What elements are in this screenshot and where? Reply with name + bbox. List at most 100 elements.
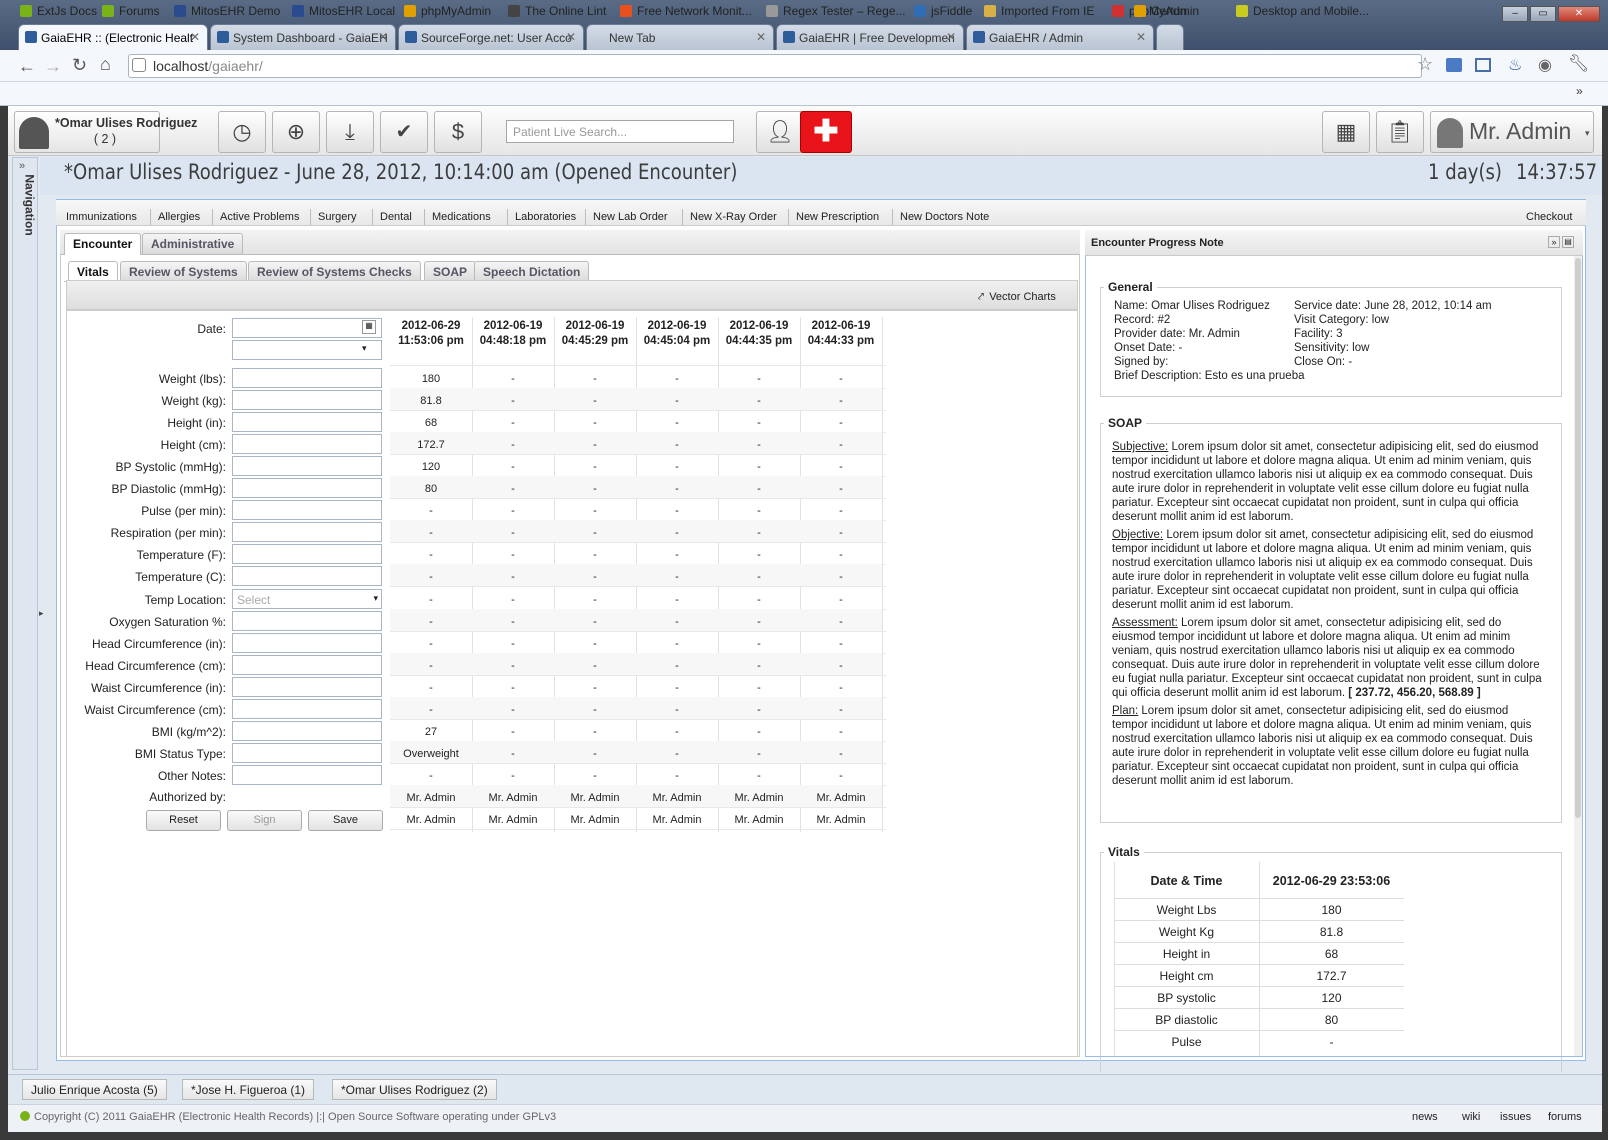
close-tab-icon[interactable]: ✕ (946, 30, 956, 44)
save-button[interactable]: Save (308, 810, 383, 831)
bookmark-6[interactable]: The Online Lint (508, 4, 606, 18)
clipboard-icon[interactable]: 📋︎ (1376, 111, 1424, 153)
bookmark-3[interactable]: MitosEHR Demo (174, 4, 280, 18)
splitter-arrow-icon[interactable]: ▸ (39, 608, 44, 619)
bookmark-7[interactable]: Free Network Monit... (620, 4, 752, 18)
open-patient-1[interactable]: Julio Enrique Acosta (5) (22, 1079, 167, 1100)
browser-tab-3[interactable]: SourceForge.net: User Acco ✕ (398, 24, 584, 50)
footer-link-issues[interactable]: issues (1500, 1111, 1531, 1123)
close-tab-icon[interactable]: ✕ (1136, 30, 1146, 44)
forward-icon[interactable]: → (44, 56, 62, 77)
vital-input[interactable] (232, 412, 382, 432)
vital-input[interactable] (232, 655, 382, 675)
screenshot-icon[interactable] (1475, 58, 1491, 72)
collapse-icon[interactable]: » (1548, 236, 1560, 248)
footer-link-forums[interactable]: forums (1548, 1111, 1582, 1123)
vital-input[interactable]: Select ▾ (232, 589, 382, 609)
dropdown-icon[interactable]: ▾ (373, 593, 378, 604)
vital-input[interactable] (232, 721, 382, 741)
vital-input[interactable] (232, 368, 382, 388)
more-bookmarks-icon[interactable]: » (1576, 84, 1583, 98)
home-icon[interactable]: ⌂ (100, 54, 111, 75)
new-tab-button[interactable] (1156, 24, 1184, 50)
shortcut-immunizations[interactable]: Immunizations (66, 211, 137, 223)
checkin-download-icon[interactable]: ⤓ (326, 111, 374, 153)
bookmark-9[interactable]: jsFiddle (914, 4, 972, 18)
shortcut-allergies[interactable]: Allergies (158, 211, 200, 223)
pool-areas-icon[interactable]: ▦ (1322, 111, 1370, 153)
date-field[interactable] (232, 318, 382, 338)
firebug-icon[interactable]: ♨ (1508, 55, 1522, 75)
tab-encounter[interactable]: Encounter (64, 233, 142, 255)
tab-review-of-systems[interactable]: Review of Systems (120, 261, 247, 282)
vital-input[interactable] (232, 677, 382, 697)
close-window-button[interactable]: ✕ (1558, 6, 1600, 22)
tab-administrative[interactable]: Administrative (142, 233, 244, 254)
browser-tab-4[interactable]: New Tab ✕ (586, 24, 774, 50)
vital-input[interactable] (232, 478, 382, 498)
scrollbar-thumb[interactable] (1575, 258, 1581, 818)
vital-input[interactable] (232, 390, 382, 410)
address-bar[interactable]: localhost/gaiaehr/ (128, 54, 1422, 78)
bookmark-5[interactable]: phpMyAdmin (404, 4, 491, 18)
vital-input[interactable] (232, 544, 382, 564)
bookmark-8[interactable]: Regex Tester – Rege... (766, 4, 906, 18)
close-tab-icon[interactable]: ✕ (190, 30, 200, 44)
vital-input[interactable] (232, 566, 382, 586)
payment-dollar-icon[interactable]: $ (434, 111, 482, 153)
time-field[interactable] (232, 340, 382, 360)
extension-icon[interactable] (1446, 58, 1462, 72)
vital-input[interactable] (232, 633, 382, 653)
emergency-icon[interactable]: ✚ (800, 111, 852, 153)
browser-tab-2[interactable]: System Dashboard - GaiaEH ✕ (210, 24, 396, 50)
print-icon[interactable]: ▤ (1562, 236, 1574, 248)
patient-card[interactable]: *Omar Ulises Rodriguez ( 2 ) (14, 111, 197, 153)
close-tab-icon[interactable]: ✕ (566, 30, 576, 44)
open-patient-3[interactable]: *Omar Ulises Rodriguez (2) (332, 1079, 497, 1100)
vital-input[interactable] (232, 434, 382, 454)
minimize-button[interactable]: – (1502, 6, 1528, 22)
reload-icon[interactable]: ↻ (72, 55, 87, 76)
tab-speech-dictation[interactable]: Speech Dictation (474, 261, 590, 282)
bookmark-1[interactable]: ExtJs Docs (20, 4, 97, 18)
browser-tab-1[interactable]: GaiaEHR :: (Electronic Healt ✕ (18, 24, 208, 51)
checkout-icon[interactable]: ✔ (380, 111, 428, 153)
time-dropdown-icon[interactable]: ▾ (362, 343, 367, 354)
bookmark-2[interactable]: Forums (102, 4, 160, 18)
vital-input[interactable] (232, 522, 382, 542)
open-patient-2[interactable]: *Jose H. Figueroa (1) (182, 1079, 315, 1100)
star-icon[interactable]: ☆ (1417, 54, 1433, 75)
vital-input[interactable] (232, 699, 382, 719)
new-encounter-icon[interactable]: ⊕ (272, 111, 320, 153)
add-patient-icon[interactable]: 👤︎ (756, 111, 804, 153)
checkout-link[interactable]: Checkout (1526, 211, 1572, 223)
history-icon[interactable]: ◷ (218, 111, 266, 153)
tab-review-of-systems-checks[interactable]: Review of Systems Checks (248, 261, 421, 282)
vital-input[interactable] (232, 500, 382, 520)
shortcut-new-lab-order[interactable]: New Lab Order (593, 211, 668, 223)
shortcut-dental[interactable]: Dental (380, 211, 412, 223)
bookmark-10[interactable]: Imported From IE (984, 4, 1094, 18)
calendar-icon[interactable]: ▦ (362, 320, 376, 334)
shortcut-laboratories[interactable]: Laboratories (515, 211, 576, 223)
shortcut-new-prescription[interactable]: New Prescription (796, 211, 879, 223)
navigation-panel-collapsed[interactable]: » Navigation ▸ (12, 157, 44, 1070)
footer-link-news[interactable]: news (1412, 1111, 1438, 1123)
expand-icon[interactable]: » (19, 160, 25, 172)
shortcut-new-x-ray-order[interactable]: New X-Ray Order (690, 211, 777, 223)
eye-icon[interactable]: ◉ (1538, 55, 1552, 75)
vital-input[interactable] (232, 743, 382, 763)
close-tab-icon[interactable]: ✕ (756, 30, 766, 44)
close-tab-icon[interactable]: ✕ (378, 30, 388, 44)
wrench-icon[interactable]: 🔧︎ (1568, 54, 1590, 74)
patient-live-search[interactable]: Patient Live Search... (506, 120, 734, 143)
vital-input[interactable] (232, 611, 382, 631)
user-menu[interactable]: Mr. Admin ▾ (1430, 111, 1594, 153)
back-icon[interactable]: ← (18, 56, 36, 77)
tab-soap[interactable]: SOAP (424, 261, 477, 282)
footer-link-wiki[interactable]: wiki (1462, 1111, 1480, 1123)
bookmark-4[interactable]: MitosEHR Local (292, 4, 395, 18)
reset-button[interactable]: Reset (146, 810, 221, 831)
shortcut-new-doctors-note[interactable]: New Doctors Note (900, 211, 989, 223)
sign-button[interactable]: Sign (227, 810, 302, 831)
